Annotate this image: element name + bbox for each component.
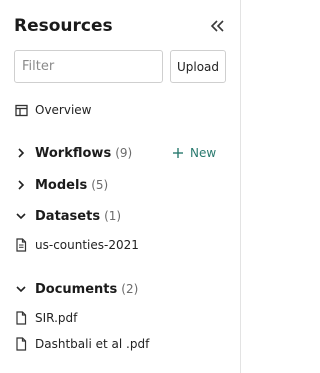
section-workflows[interactable]: Workflows (9) xyxy=(14,143,132,163)
datasets-count: (1) xyxy=(104,209,122,223)
section-label-workflows: Workflows xyxy=(35,145,112,161)
document-item-label: SIR.pdf xyxy=(35,311,78,325)
models-count: (5) xyxy=(91,178,109,192)
new-workflow-label: New xyxy=(190,146,217,160)
file-icon xyxy=(14,337,28,351)
panel-divider xyxy=(240,0,241,373)
overview-item[interactable]: Overview xyxy=(14,100,92,120)
documents-count: (2) xyxy=(121,282,139,296)
new-workflow-button[interactable]: New xyxy=(172,143,216,163)
file-icon xyxy=(14,238,28,252)
document-item[interactable]: Dashtbali et al .pdf xyxy=(14,334,149,354)
chevron-right-icon xyxy=(14,146,28,160)
chevron-down-icon xyxy=(14,282,28,296)
search-row: Upload xyxy=(14,50,226,83)
section-models[interactable]: Models (5) xyxy=(14,175,108,195)
section-label-datasets: Datasets xyxy=(35,208,101,224)
resources-panel: Resources Upload Overview Workflows (9) xyxy=(0,0,241,373)
overview-label: Overview xyxy=(35,103,92,117)
dataset-item-label: us-counties-2021 xyxy=(35,238,139,252)
workflows-count: (9) xyxy=(115,146,133,160)
section-label-models: Models xyxy=(35,177,88,193)
section-datasets[interactable]: Datasets (1) xyxy=(14,206,121,226)
document-item[interactable]: SIR.pdf xyxy=(14,308,77,328)
double-chevron-left-icon xyxy=(210,20,224,32)
document-item-label: Dashtbali et al .pdf xyxy=(35,337,150,351)
section-label-documents: Documents xyxy=(35,281,118,297)
plus-icon xyxy=(173,148,183,158)
section-documents[interactable]: Documents (2) xyxy=(14,279,138,299)
file-icon xyxy=(14,311,28,325)
layout-icon xyxy=(14,103,28,117)
panel-header: Resources xyxy=(14,15,226,37)
dataset-item[interactable]: us-counties-2021 xyxy=(14,235,139,255)
chevron-down-icon xyxy=(14,209,28,223)
filter-input[interactable] xyxy=(14,50,163,83)
panel-title: Resources xyxy=(14,16,113,36)
collapse-panel-button[interactable] xyxy=(208,17,226,35)
chevron-right-icon xyxy=(14,178,28,192)
upload-button[interactable]: Upload xyxy=(170,50,226,83)
